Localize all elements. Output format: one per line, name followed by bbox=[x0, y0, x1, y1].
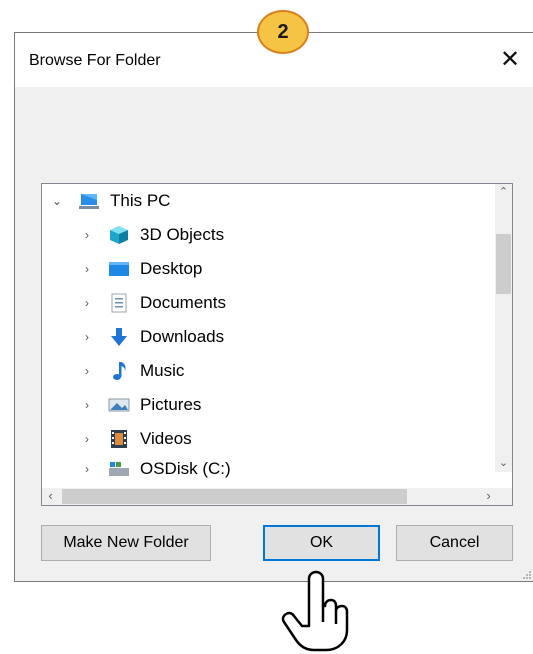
scroll-up-icon[interactable]: ⌃ bbox=[495, 184, 512, 201]
chevron-right-icon[interactable]: › bbox=[80, 262, 94, 276]
chevron-right-icon[interactable]: › bbox=[80, 228, 94, 242]
vertical-scrollbar[interactable]: ⌃ ⌄ bbox=[495, 184, 512, 472]
tree-item-videos[interactable]: › Videos bbox=[80, 424, 192, 454]
tree-item-label: Music bbox=[140, 361, 185, 380]
videos-icon bbox=[108, 429, 130, 449]
tree-item-label: Downloads bbox=[140, 327, 225, 346]
chevron-right-icon[interactable]: › bbox=[80, 330, 94, 344]
ok-button[interactable]: OK bbox=[263, 525, 380, 561]
documents-icon bbox=[108, 293, 130, 313]
tree-item-label: Documents bbox=[140, 293, 226, 312]
browse-for-folder-dialog: Browse For Folder ✕ ⌄ This PC › 3D Objec… bbox=[14, 32, 533, 582]
tree-item-3d-objects[interactable]: › 3D Objects bbox=[80, 220, 224, 250]
make-new-folder-button[interactable]: Make New Folder bbox=[41, 525, 211, 561]
horizontal-scrollbar[interactable]: ‹ › bbox=[42, 488, 497, 505]
monitor-icon bbox=[78, 191, 100, 211]
cube-icon bbox=[108, 225, 130, 245]
tree-item-desktop[interactable]: › Desktop bbox=[80, 254, 202, 284]
tree-item-osdisk[interactable]: › OSDisk (C:) bbox=[80, 454, 231, 484]
chevron-right-icon[interactable]: › bbox=[80, 398, 94, 412]
tree-item-label: OSDisk (C:) bbox=[140, 459, 231, 478]
scroll-down-icon[interactable]: ⌄ bbox=[495, 455, 512, 472]
tree-item-this-pc[interactable]: ⌄ This PC bbox=[50, 186, 171, 216]
dialog-title: Browse For Folder bbox=[29, 52, 161, 69]
chevron-right-icon[interactable]: › bbox=[80, 364, 94, 378]
pointing-hand-icon bbox=[281, 570, 349, 652]
horizontal-scroll-thumb[interactable] bbox=[62, 489, 407, 504]
tree-item-label: This PC bbox=[110, 191, 171, 210]
chevron-right-icon[interactable]: › bbox=[80, 462, 94, 476]
close-icon[interactable]: ✕ bbox=[497, 47, 523, 73]
chevron-down-icon[interactable]: ⌄ bbox=[50, 194, 64, 208]
pictures-icon bbox=[108, 395, 130, 415]
step-number-badge: 2 bbox=[257, 10, 309, 54]
music-note-icon bbox=[108, 361, 130, 381]
folder-tree[interactable]: ⌄ This PC › 3D Objects › Desktop › Docum… bbox=[41, 183, 513, 506]
tree-item-pictures[interactable]: › Pictures bbox=[80, 390, 201, 420]
tree-item-label: Desktop bbox=[140, 259, 203, 278]
cancel-button[interactable]: Cancel bbox=[396, 525, 513, 561]
resize-grip-icon[interactable] bbox=[521, 569, 531, 579]
drive-icon bbox=[108, 459, 130, 479]
scrollbar-corner bbox=[495, 488, 512, 505]
desktop-icon bbox=[108, 259, 130, 279]
tree-item-label: Videos bbox=[140, 429, 192, 448]
tree-item-music[interactable]: › Music bbox=[80, 356, 184, 386]
download-arrow-icon bbox=[108, 327, 130, 347]
scroll-left-icon[interactable]: ‹ bbox=[42, 488, 59, 505]
vertical-scroll-thumb[interactable] bbox=[496, 234, 511, 294]
tree-item-label: Pictures bbox=[140, 395, 202, 414]
tree-item-documents[interactable]: › Documents bbox=[80, 288, 226, 318]
chevron-right-icon[interactable]: › bbox=[80, 432, 94, 446]
chevron-right-icon[interactable]: › bbox=[80, 296, 94, 310]
tree-item-downloads[interactable]: › Downloads bbox=[80, 322, 224, 352]
tree-item-label: 3D Objects bbox=[140, 225, 225, 244]
